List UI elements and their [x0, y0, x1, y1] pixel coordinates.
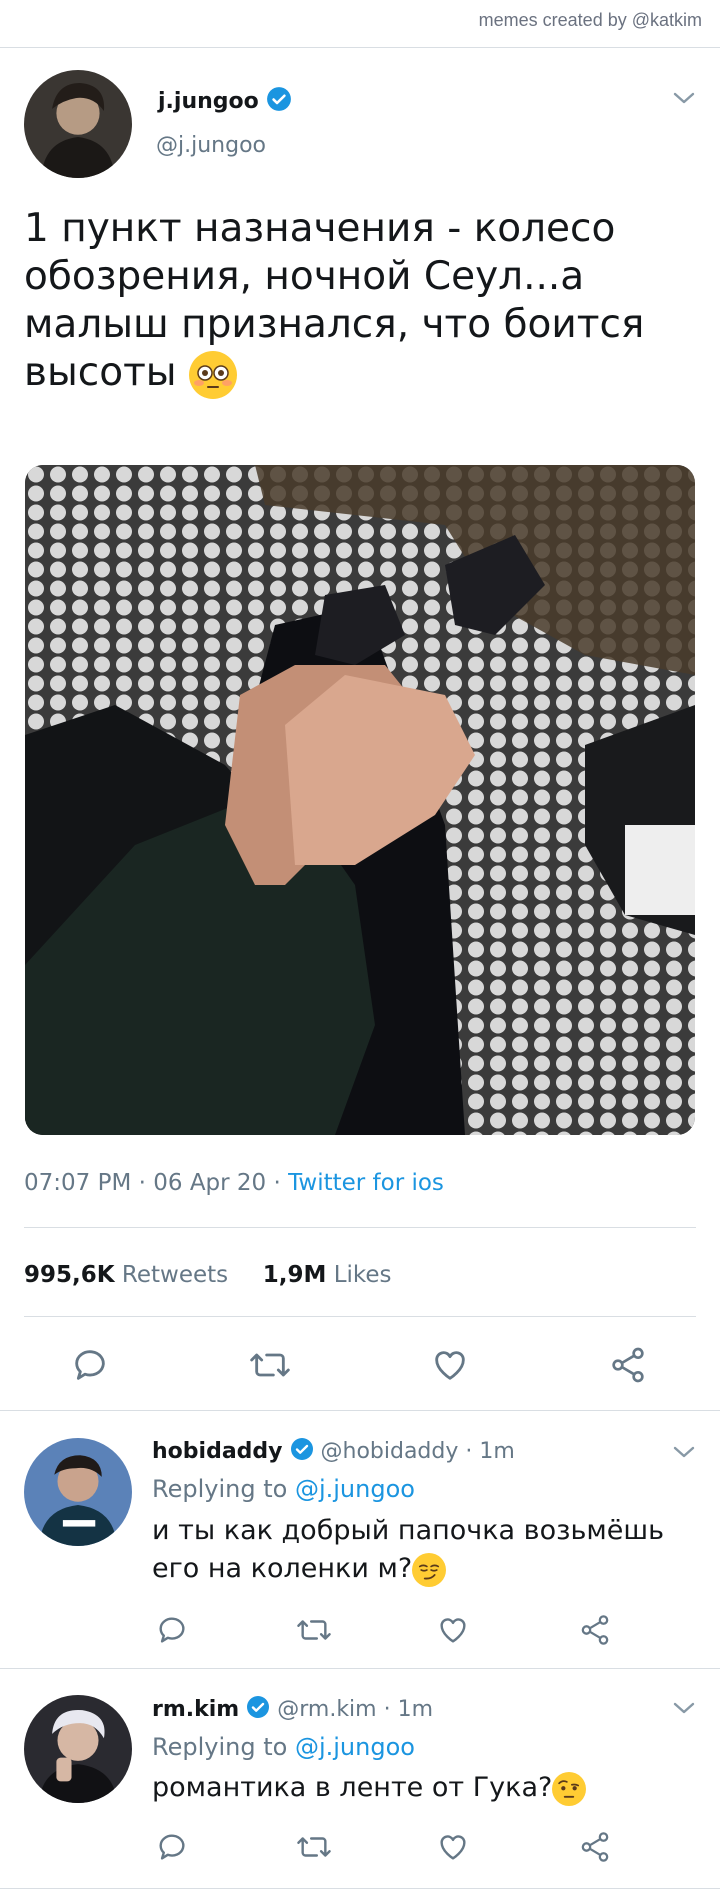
reply-time: 1m	[397, 1697, 434, 1722]
reply-author-name[interactable]: rm.kim	[152, 1697, 239, 1722]
tweet-meta: 07:07 PM · 06 Apr 20 · Twitter for ios	[24, 1170, 444, 1196]
retweet-icon[interactable]	[295, 1830, 333, 1868]
reply-author-handle[interactable]: @rm.kim	[277, 1697, 376, 1722]
verified-badge-icon	[266, 86, 292, 118]
meme-credit: memes created by @katkim	[478, 10, 702, 30]
flushed-face-emoji-icon	[189, 350, 237, 399]
reply-text: и ты как добрый папочка возьмёшь его на …	[152, 1512, 692, 1588]
face-with-raised-eyebrow-emoji-icon	[552, 1771, 587, 1806]
stats-divider	[24, 1316, 696, 1317]
author-handle[interactable]: @j.jungoo	[156, 133, 266, 158]
reply-author-handle[interactable]: @hobidaddy	[321, 1439, 459, 1464]
reply-icon[interactable]	[70, 1345, 110, 1389]
retweets-count: 995,6K	[24, 1262, 115, 1288]
smirking-face-emoji-icon	[412, 1552, 447, 1587]
top-divider	[0, 47, 720, 48]
like-heart-icon[interactable]	[436, 1830, 470, 1868]
meta-dot: ·	[138, 1170, 146, 1196]
reply-avatar[interactable]	[24, 1695, 132, 1803]
meta-dot: ·	[383, 1697, 391, 1722]
tweet-time: 07:07 PM	[24, 1170, 132, 1196]
retweet-icon[interactable]	[295, 1613, 333, 1651]
like-heart-icon[interactable]	[436, 1613, 470, 1651]
chevron-down-icon[interactable]	[672, 90, 696, 110]
tweet-photo[interactable]	[25, 465, 695, 1135]
replying-to-handle[interactable]: @j.jungoo	[295, 1733, 415, 1761]
tweet-stats: 995,6K Retweets 1,9M Likes	[24, 1262, 392, 1288]
tweet-text: 1 пункт назначения - колесо обозрения, н…	[24, 205, 684, 399]
likes-stat[interactable]: 1,9M Likes	[263, 1262, 392, 1288]
reply-text-content: романтика в ленте от Гука?	[152, 1772, 553, 1803]
likes-label: Likes	[333, 1262, 392, 1288]
reply-icon[interactable]	[155, 1830, 189, 1868]
reply-divider	[0, 1668, 720, 1669]
author-avatar[interactable]	[24, 70, 132, 178]
tweet-text-content: 1 пункт назначения - колесо обозрения, н…	[24, 206, 645, 395]
author-name-row: j.jungoo	[158, 86, 292, 118]
meta-dot: ·	[273, 1170, 281, 1196]
share-icon[interactable]	[578, 1830, 612, 1868]
verified-badge-icon	[246, 1695, 270, 1725]
verified-badge-icon	[290, 1437, 314, 1467]
share-icon[interactable]	[608, 1345, 648, 1389]
reply-author-name[interactable]: hobidaddy	[152, 1439, 283, 1464]
reply-header: rm.kim @rm.kim · 1m	[152, 1695, 433, 1725]
likes-count: 1,9M	[262, 1262, 327, 1288]
replying-to-label: Replying to	[152, 1733, 288, 1761]
meta-dot: ·	[465, 1439, 473, 1464]
share-icon[interactable]	[578, 1613, 612, 1651]
chevron-down-icon[interactable]	[672, 1700, 696, 1720]
tweet-divider	[0, 1410, 720, 1411]
reply-text: романтика в ленте от Гука?	[152, 1769, 692, 1807]
reply-divider	[0, 1888, 720, 1889]
replying-to-label: Replying to	[152, 1475, 288, 1503]
reply-text-content: и ты как добрый папочка возьмёшь его на …	[152, 1515, 664, 1584]
replying-to-handle[interactable]: @j.jungoo	[295, 1475, 415, 1503]
retweets-label: Retweets	[121, 1262, 229, 1288]
replying-to-line: Replying to @j.jungoo	[152, 1475, 415, 1503]
retweets-stat[interactable]: 995,6K Retweets	[24, 1262, 228, 1288]
like-heart-icon[interactable]	[430, 1345, 470, 1389]
retweet-icon[interactable]	[248, 1345, 292, 1389]
reply-time: 1m	[479, 1439, 515, 1464]
replying-to-line: Replying to @j.jungoo	[152, 1733, 415, 1761]
tweet-date: 06 Apr 20	[153, 1170, 267, 1196]
meta-divider	[24, 1227, 696, 1228]
reply-icon[interactable]	[155, 1613, 189, 1651]
reply-avatar[interactable]	[24, 1438, 132, 1546]
chevron-down-icon[interactable]	[672, 1444, 696, 1464]
reply-header: hobidaddy @hobidaddy · 1m	[152, 1437, 515, 1467]
author-name[interactable]: j.jungoo	[158, 89, 259, 114]
tweet-source-link[interactable]: Twitter for ios	[288, 1170, 444, 1196]
